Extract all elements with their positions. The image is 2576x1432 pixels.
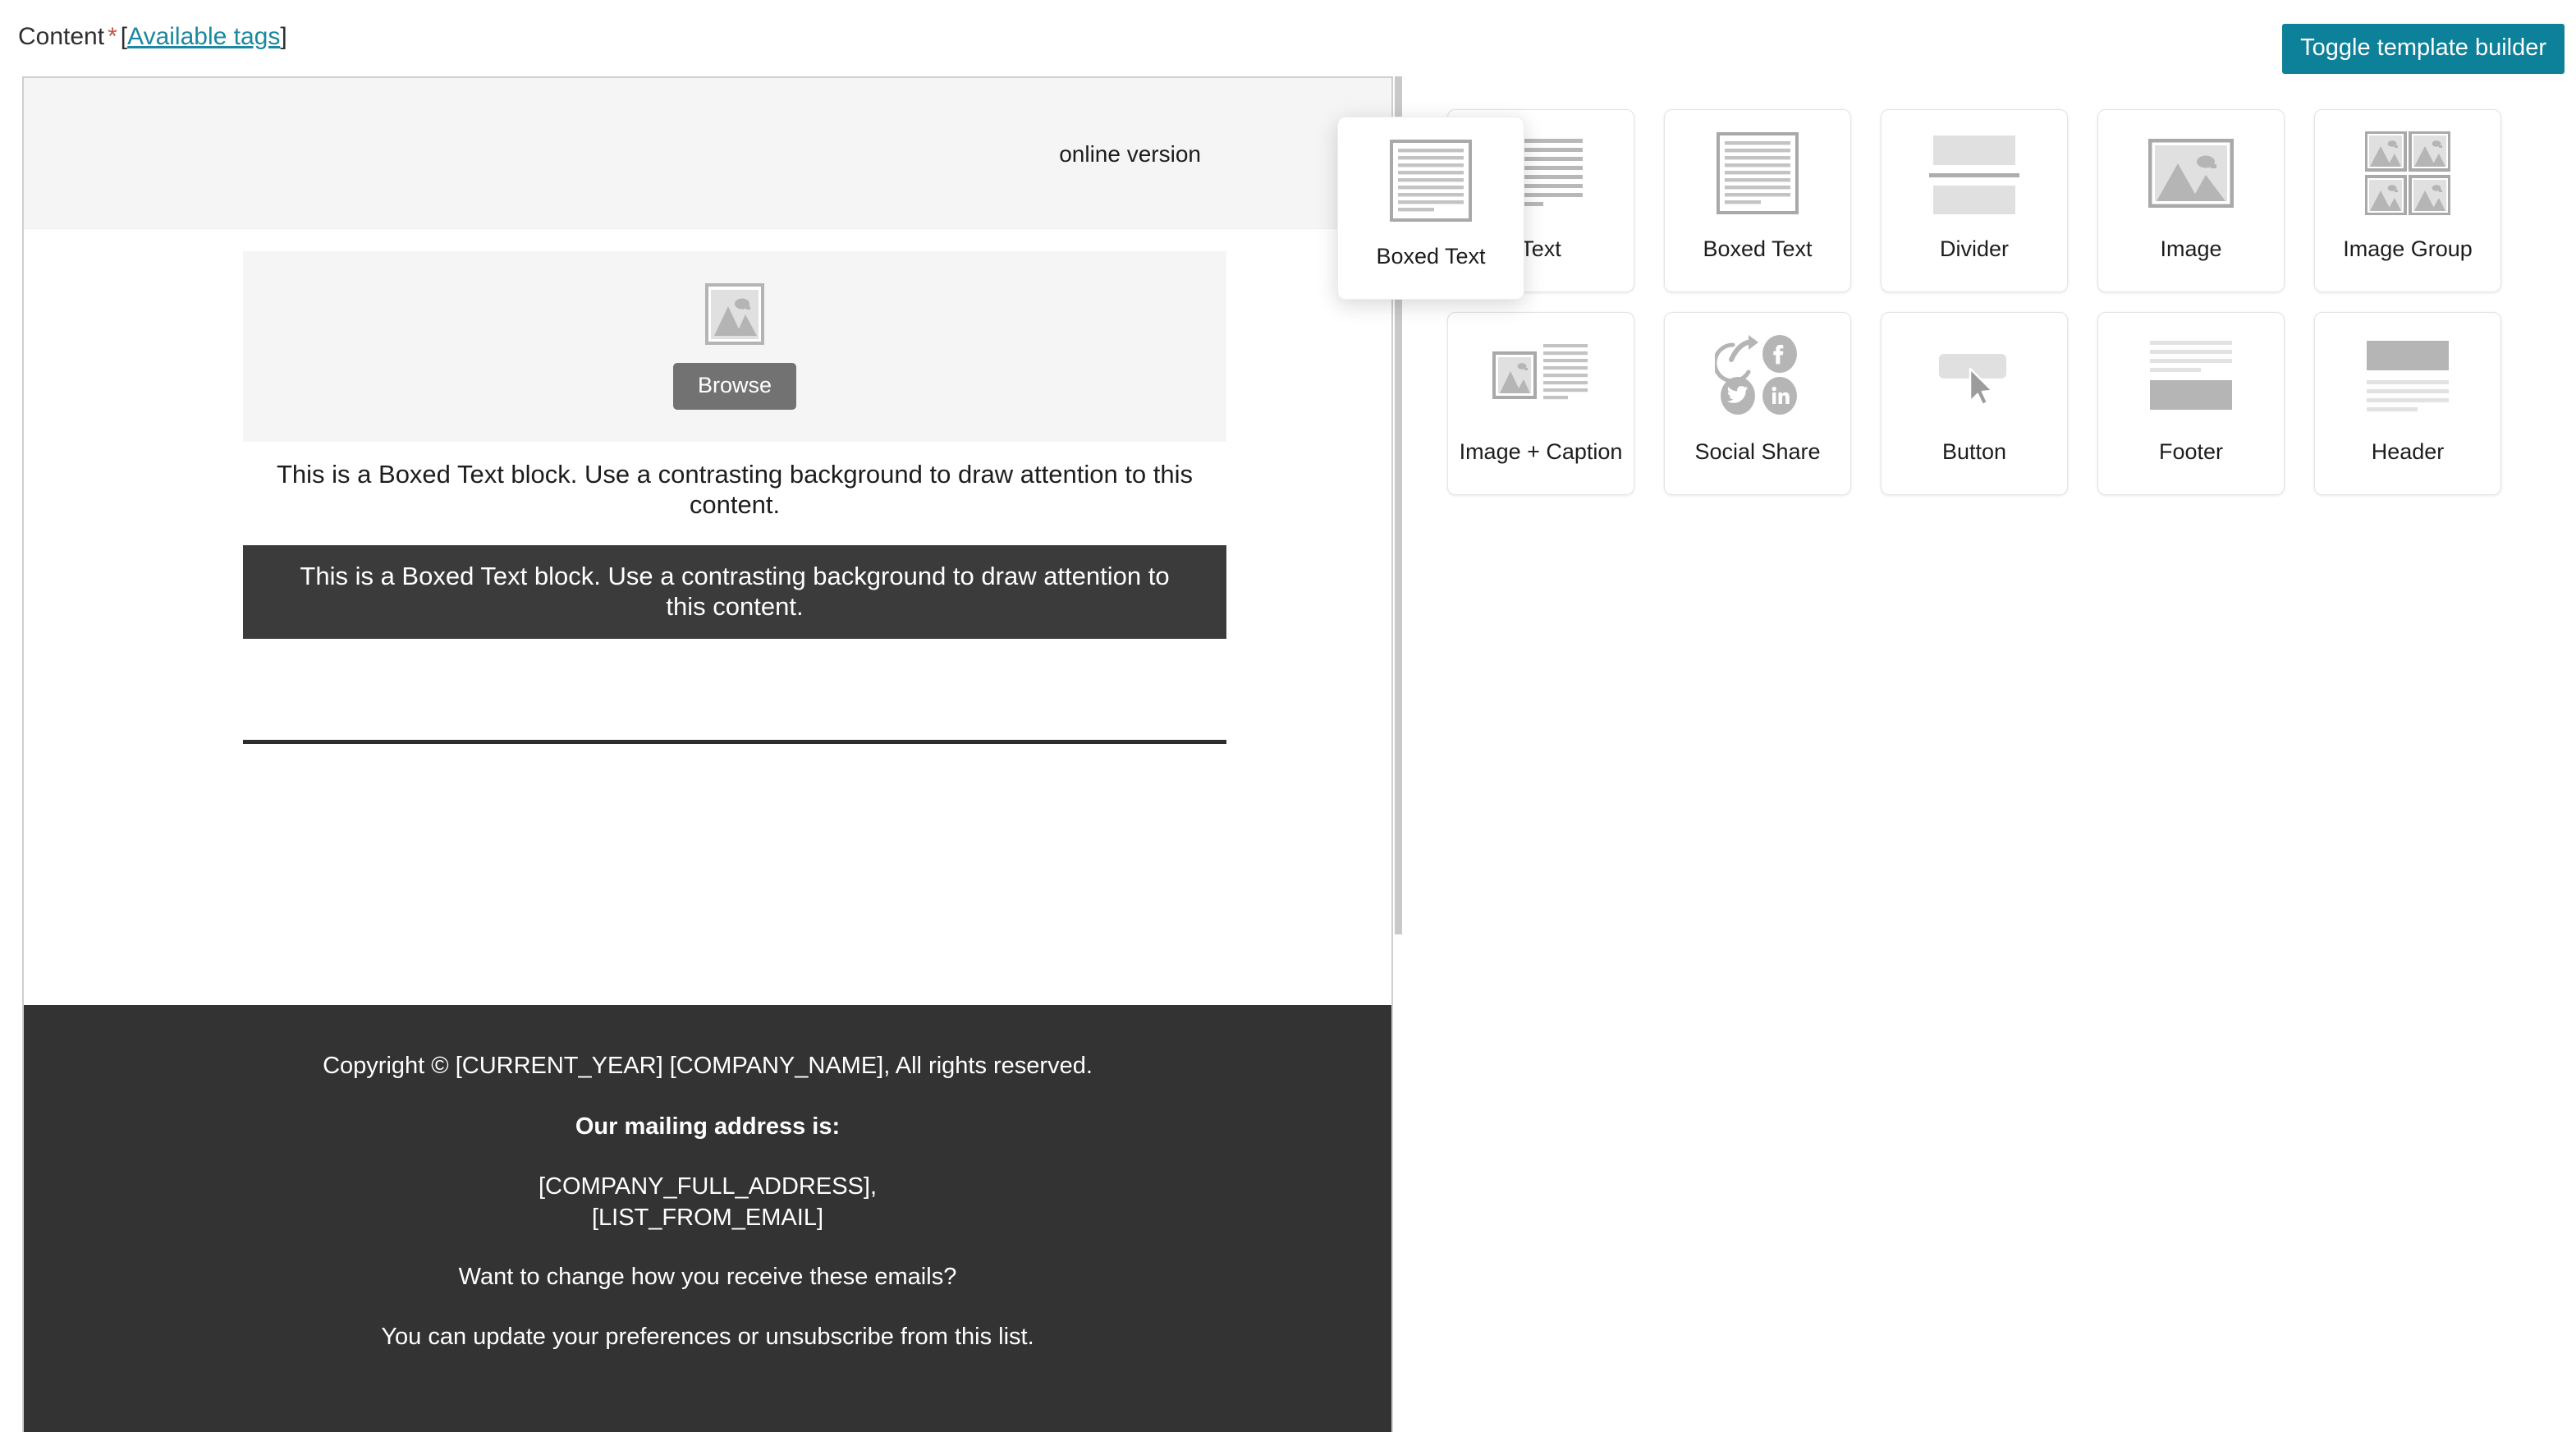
divider-icon xyxy=(1882,110,2067,236)
divider-block[interactable] xyxy=(243,740,1226,744)
header-icon xyxy=(2315,313,2500,439)
palette-label-text: Text xyxy=(1520,236,1561,261)
palette-label-social-share: Social Share xyxy=(1694,439,1821,464)
palette-card-footer[interactable]: Footer xyxy=(2097,312,2285,495)
social-share-icon xyxy=(1665,313,1850,439)
boxed-text-icon xyxy=(1665,110,1850,236)
footer-change-preferences: Want to change how you receive these ema… xyxy=(458,1263,957,1290)
footer-copyright: Copyright © [CURRENT_YEAR] [COMPANY_NAME… xyxy=(323,1052,1093,1079)
palette-card-social-share[interactable]: Social Share xyxy=(1664,312,1851,495)
mountain-photo-icon xyxy=(711,289,759,339)
image-icon xyxy=(2098,110,2284,236)
palette-label-divider: Divider xyxy=(1939,236,2010,261)
page-topbar: Content * [Available tags] Toggle template… xyxy=(0,0,2576,76)
footer-address-line2: [LIST_FROM_EMAIL] xyxy=(591,1204,823,1231)
toggle-template-builder-button[interactable]: Toggle template builder xyxy=(2282,24,2565,74)
boxed-text-icon xyxy=(1338,117,1524,244)
bracket-close: ] xyxy=(280,23,287,50)
drag-ghost-label: Boxed Text xyxy=(1376,244,1486,268)
editor-area: online version Browse This is a Boxed Te xyxy=(0,76,2576,1432)
palette-card-header[interactable]: Header xyxy=(2314,312,2501,495)
palette-label-boxed-text: Boxed Text xyxy=(1703,236,1813,261)
footer-address: [COMPANY_FULL_ADDRESS], [LIST_FROM_EMAIL] xyxy=(24,1172,1391,1233)
palette-label-image: Image xyxy=(2160,236,2222,261)
required-asterisk: * xyxy=(108,23,117,50)
palette-label-image-caption: Image + Caption xyxy=(1459,439,1623,464)
drag-ghost-boxed-text[interactable]: Boxed Text xyxy=(1337,117,1524,300)
image-placeholder-block[interactable]: Browse xyxy=(243,251,1226,442)
palette-label-header: Header xyxy=(2371,439,2445,464)
boxed-text-block-plain[interactable]: This is a Boxed Text block. Use a contra… xyxy=(243,460,1226,520)
email-canvas-panel[interactable]: online version Browse This is a Boxed Te xyxy=(22,76,1393,1432)
content-field-label: Content * [Available tags] xyxy=(18,23,287,51)
online-version-link[interactable]: online version xyxy=(1059,141,1201,168)
palette-card-divider[interactable]: Divider xyxy=(1881,109,2068,292)
browse-button[interactable]: Browse xyxy=(672,363,797,410)
image-caption-icon xyxy=(1448,313,1634,439)
email-body: Browse This is a Boxed Text block. Use a… xyxy=(24,229,1391,1120)
palette-card-button[interactable]: Button xyxy=(1881,312,2068,495)
footer-mailing-heading: Our mailing address is: xyxy=(575,1113,841,1140)
button-cursor-icon xyxy=(1882,313,2067,439)
palette-card-image-caption[interactable]: Image + Caption xyxy=(1447,312,1634,495)
palette-card-boxed-text[interactable]: Boxed Text xyxy=(1664,109,1851,292)
palette-card-image-group[interactable]: Image Group xyxy=(2314,109,2501,292)
palette-label-footer: Footer xyxy=(2158,439,2224,464)
palette-card-image[interactable]: Image xyxy=(2097,109,2285,292)
bracket-open: [ xyxy=(120,23,128,50)
email-preheader-band[interactable]: online version xyxy=(24,78,1391,229)
palette-label-button: Button xyxy=(1941,439,2007,464)
template-builder-palette: Text Boxed Text Divider Image Image Grou… xyxy=(1402,76,2576,1432)
palette-label-image-group: Image Group xyxy=(2343,236,2473,261)
available-tags-link[interactable]: Available tags xyxy=(127,23,280,50)
boxed-text-block-dark[interactable]: This is a Boxed Text block. Use a contra… xyxy=(243,545,1226,639)
footer-unsubscribe[interactable]: You can update your preferences or unsub… xyxy=(24,1322,1391,1353)
content-label-text: Content xyxy=(18,23,105,50)
footer-address-line1: [COMPANY_FULL_ADDRESS], xyxy=(538,1173,878,1200)
email-footer-block[interactable]: Copyright © [CURRENT_YEAR] [COMPANY_NAME… xyxy=(24,1004,1391,1432)
palette-grid: Text Boxed Text Divider Image Image Grou… xyxy=(1447,109,2531,495)
footer-icon xyxy=(2098,313,2284,439)
image-placeholder-icon xyxy=(705,283,764,345)
image-group-icon xyxy=(2315,110,2500,236)
